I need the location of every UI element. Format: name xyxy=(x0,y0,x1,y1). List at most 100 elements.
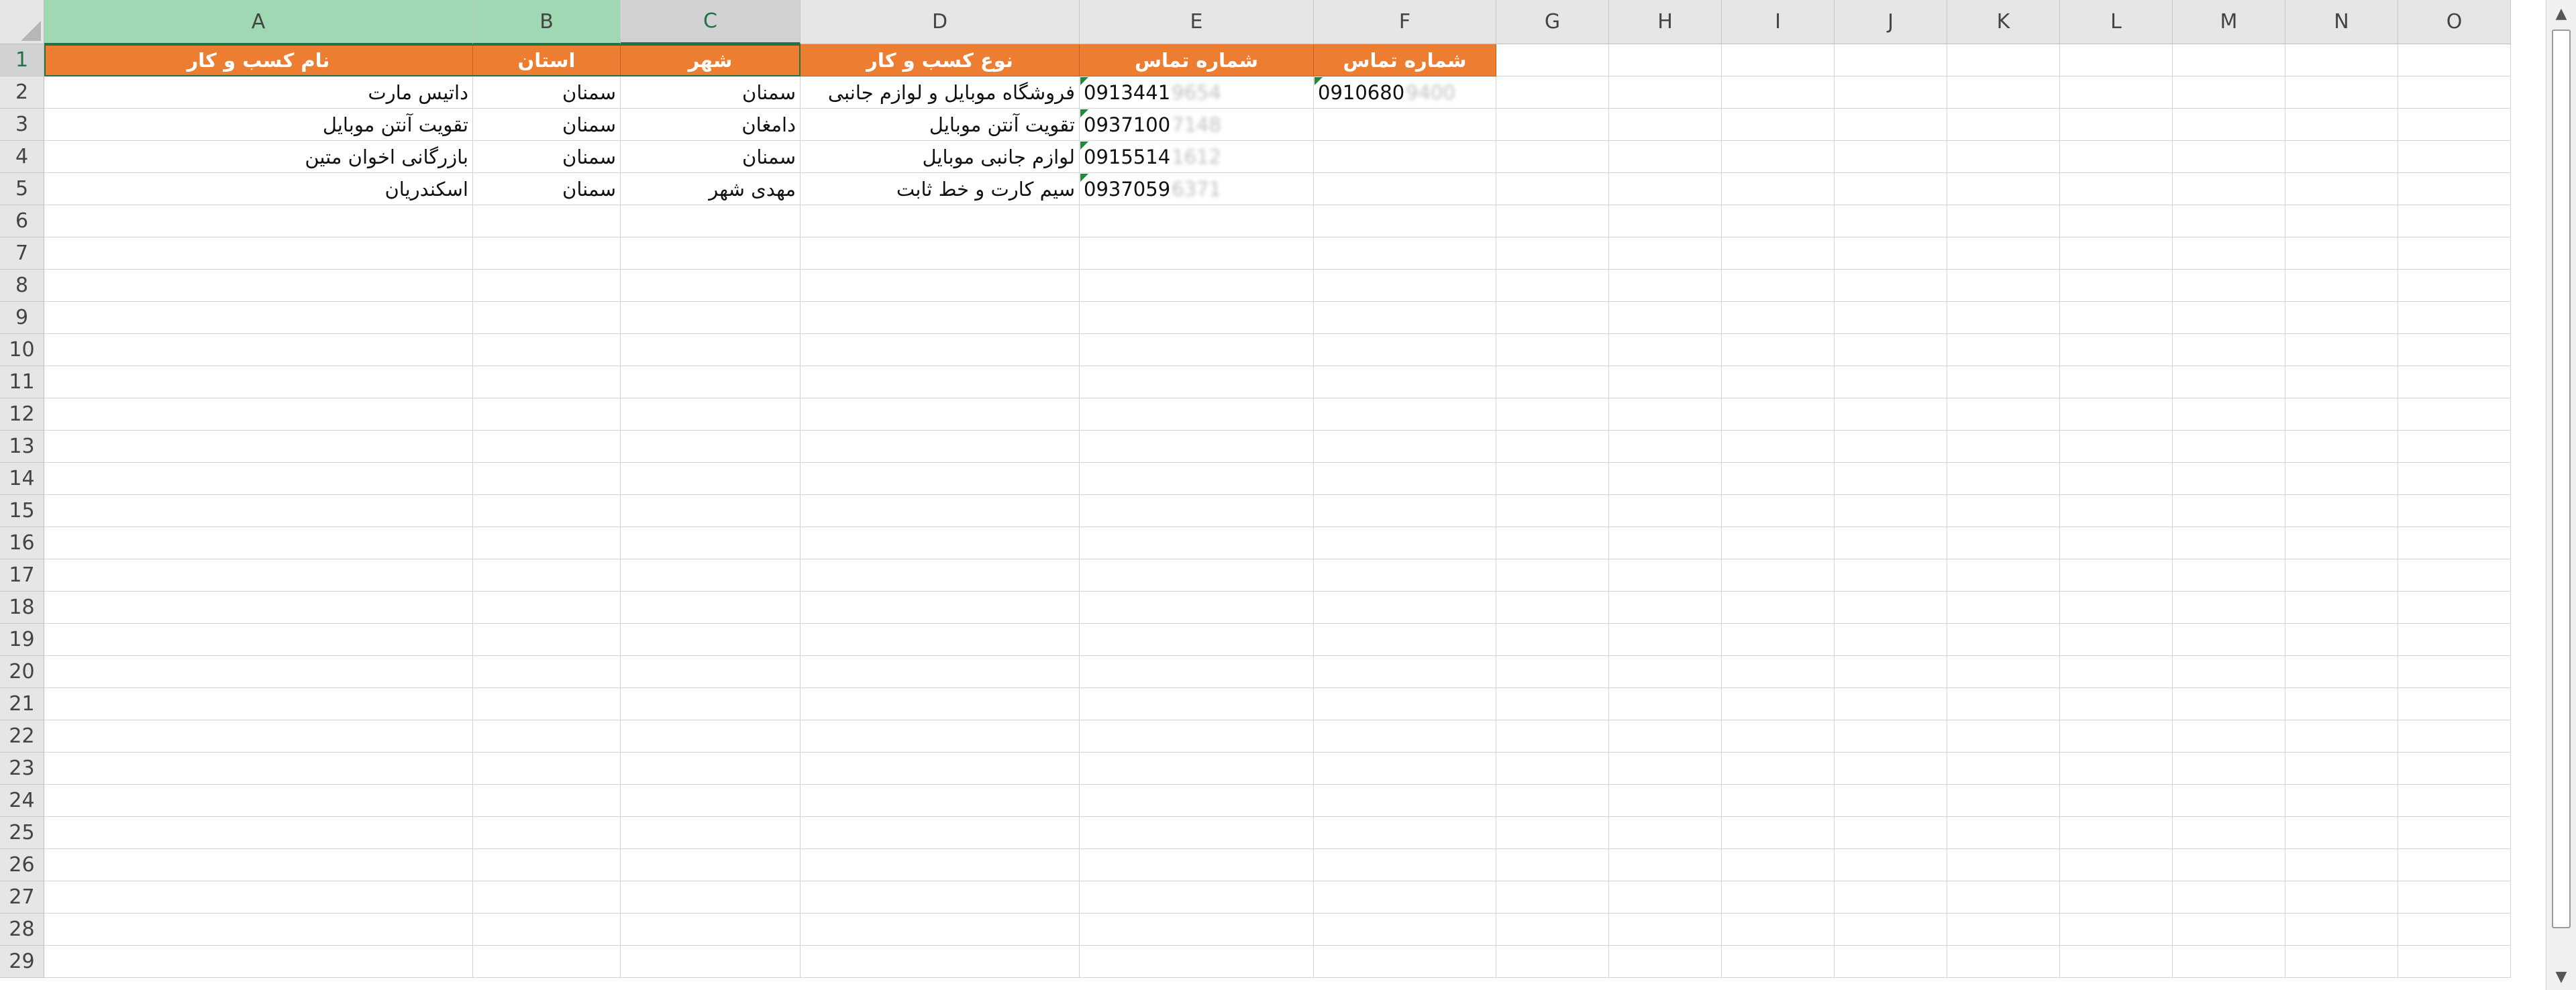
cell[interactable] xyxy=(1496,237,1609,270)
cell[interactable] xyxy=(2060,270,2173,302)
cell[interactable] xyxy=(2285,141,2398,173)
cell[interactable] xyxy=(1835,237,1947,270)
cell[interactable] xyxy=(44,914,473,946)
cell[interactable] xyxy=(44,237,473,270)
cell[interactable] xyxy=(2173,656,2285,688)
cell[interactable] xyxy=(1609,720,1722,753)
row-header-22[interactable]: 22 xyxy=(0,720,44,753)
cell[interactable] xyxy=(2398,688,2511,720)
cell[interactable] xyxy=(1947,398,2060,431)
cell[interactable] xyxy=(2060,334,2173,366)
header-cell-e[interactable]: شماره تماس xyxy=(1080,44,1314,76)
cell[interactable] xyxy=(801,527,1080,559)
cell[interactable] xyxy=(1496,302,1609,334)
cell[interactable] xyxy=(1722,109,1835,141)
city-cell[interactable]: سمنان xyxy=(621,141,801,173)
cell[interactable] xyxy=(1609,76,1722,109)
cell[interactable] xyxy=(1835,463,1947,495)
type-cell[interactable]: تقویت آنتن موبایل xyxy=(801,109,1080,141)
cell[interactable] xyxy=(2398,302,2511,334)
row-header-9[interactable]: 9 xyxy=(0,302,44,334)
cell[interactable] xyxy=(801,881,1080,914)
cell[interactable] xyxy=(1496,946,1609,978)
header-cell-f[interactable]: شماره تماس xyxy=(1314,44,1496,76)
cell[interactable] xyxy=(801,302,1080,334)
cell[interactable] xyxy=(2173,44,2285,76)
cell[interactable] xyxy=(801,270,1080,302)
select-all-corner[interactable] xyxy=(0,0,44,44)
cell[interactable] xyxy=(1496,366,1609,398)
cell[interactable] xyxy=(2285,398,2398,431)
cell[interactable] xyxy=(1496,44,1609,76)
cell[interactable] xyxy=(1080,592,1314,624)
cell[interactable] xyxy=(1496,559,1609,592)
cell[interactable] xyxy=(801,688,1080,720)
cell[interactable] xyxy=(1080,463,1314,495)
cell[interactable] xyxy=(1080,302,1314,334)
cell[interactable] xyxy=(473,270,621,302)
cell[interactable] xyxy=(2173,398,2285,431)
cell[interactable] xyxy=(1609,237,1722,270)
cell[interactable] xyxy=(621,946,801,978)
cell[interactable] xyxy=(473,205,621,237)
cell[interactable] xyxy=(1947,366,2060,398)
cell[interactable] xyxy=(44,881,473,914)
cell[interactable] xyxy=(1314,624,1496,656)
cell[interactable] xyxy=(2060,366,2173,398)
cell[interactable] xyxy=(1496,688,1609,720)
cell[interactable] xyxy=(1722,527,1835,559)
cell[interactable] xyxy=(1835,527,1947,559)
cell[interactable] xyxy=(1835,881,1947,914)
cell[interactable] xyxy=(1722,44,1835,76)
cell[interactable] xyxy=(1947,173,2060,205)
cell[interactable] xyxy=(2285,688,2398,720)
name-cell[interactable]: تقویت آنتن موبایل xyxy=(44,109,473,141)
row-header-17[interactable]: 17 xyxy=(0,559,44,592)
cell[interactable] xyxy=(1835,44,1947,76)
cell[interactable] xyxy=(2060,592,2173,624)
row-header-13[interactable]: 13 xyxy=(0,431,44,463)
cell[interactable] xyxy=(1947,656,2060,688)
phone-cell[interactable] xyxy=(1314,173,1496,205)
cell[interactable] xyxy=(1609,205,1722,237)
cell[interactable] xyxy=(1609,785,1722,817)
cell[interactable] xyxy=(801,624,1080,656)
cell[interactable] xyxy=(44,463,473,495)
cell[interactable] xyxy=(1947,785,2060,817)
cell[interactable] xyxy=(44,302,473,334)
cell[interactable] xyxy=(1947,76,2060,109)
cell[interactable] xyxy=(2285,527,2398,559)
cell[interactable] xyxy=(2398,559,2511,592)
cell[interactable] xyxy=(621,205,801,237)
cell[interactable] xyxy=(1496,270,1609,302)
cell[interactable] xyxy=(2285,914,2398,946)
cell[interactable] xyxy=(2173,624,2285,656)
row-header-19[interactable]: 19 xyxy=(0,624,44,656)
cell[interactable] xyxy=(2173,527,2285,559)
number-as-text-indicator-icon[interactable] xyxy=(1080,174,1088,182)
cell[interactable] xyxy=(1609,817,1722,849)
cell[interactable] xyxy=(1947,592,2060,624)
cell[interactable] xyxy=(1835,270,1947,302)
cell[interactable] xyxy=(2398,398,2511,431)
cell[interactable] xyxy=(44,559,473,592)
row-header-14[interactable]: 14 xyxy=(0,463,44,495)
city-cell[interactable]: دامغان xyxy=(621,109,801,141)
cell[interactable] xyxy=(1722,688,1835,720)
cell[interactable] xyxy=(1609,109,1722,141)
cell[interactable] xyxy=(2398,205,2511,237)
cell[interactable] xyxy=(801,753,1080,785)
cell[interactable] xyxy=(1722,592,1835,624)
cell[interactable] xyxy=(1496,495,1609,527)
row-header-3[interactable]: 3 xyxy=(0,109,44,141)
cell[interactable] xyxy=(1496,656,1609,688)
cell[interactable] xyxy=(1947,720,2060,753)
cell[interactable] xyxy=(473,398,621,431)
cell[interactable] xyxy=(1947,237,2060,270)
cell[interactable] xyxy=(1722,463,1835,495)
cell[interactable] xyxy=(1080,914,1314,946)
cell[interactable] xyxy=(2173,720,2285,753)
cell[interactable] xyxy=(473,334,621,366)
cell[interactable] xyxy=(801,495,1080,527)
cell[interactable] xyxy=(1609,527,1722,559)
